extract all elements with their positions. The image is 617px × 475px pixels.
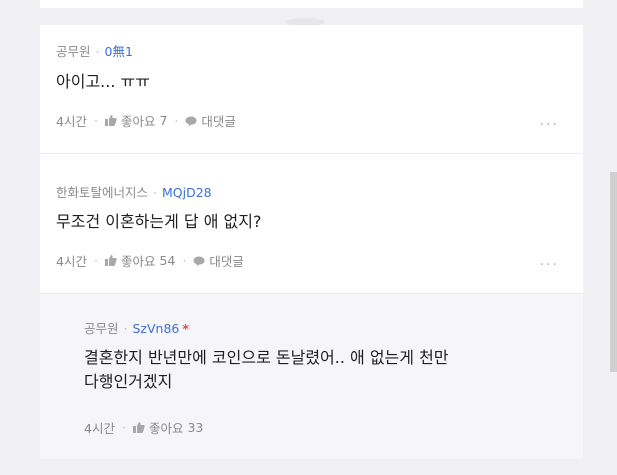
more-options-button[interactable]: ... xyxy=(540,113,559,129)
reply-meta: 공무원 · SzVn86 * xyxy=(84,318,189,337)
comment-text: 아이고... ㅠㅠ xyxy=(56,72,150,91)
reply-nickname[interactable]: SzVn86 xyxy=(133,321,180,336)
separator-dot: · xyxy=(174,113,179,128)
separator-dot: · xyxy=(182,253,187,268)
reply-time: 4시간 xyxy=(84,421,115,436)
comment-author[interactable]: 공무원 xyxy=(56,44,91,59)
thumbs-up-icon[interactable] xyxy=(104,115,117,126)
comment-meta: 공무원 · 0無1 xyxy=(56,41,133,60)
comment-author[interactable]: 한화토탈에너지스 xyxy=(56,185,148,200)
comment-text: 무조건 이혼하는게 답 애 없지? xyxy=(56,212,262,231)
separator-dot: · xyxy=(123,321,128,336)
comment-thread: 공무원 · 0無1 아이고... ㅠㅠ 4시간 · 좋아요 7 · 대댓글 ... … xyxy=(40,25,583,459)
thumbs-up-icon[interactable] xyxy=(132,422,145,433)
comment-nickname[interactable]: MQjD28 xyxy=(162,185,212,200)
comment-time: 4시간 xyxy=(56,254,87,269)
author-badge: * xyxy=(182,321,189,336)
like-count: 33 xyxy=(187,420,204,435)
previous-card-edge xyxy=(40,0,583,8)
reply-author[interactable]: 공무원 xyxy=(84,321,119,336)
like-count: 7 xyxy=(159,113,168,128)
reply-actions: 4시간 · 좋아요 33 xyxy=(84,418,203,437)
comment-item: 한화토탈에너지스 · MQjD28 무조건 이혼하는게 답 애 없지? 4시간 · … xyxy=(40,154,583,294)
reply-button[interactable]: 대댓글 xyxy=(209,251,244,270)
reply-text-line: 결혼한지 반년만에 코인으로 돈날렸어.. 애 없는게 천만 xyxy=(84,348,449,367)
comment-time: 4시간 xyxy=(56,114,87,129)
comment-nickname[interactable]: 0無1 xyxy=(105,44,133,59)
separator-dot: · xyxy=(95,44,100,59)
comment-actions: 4시간 · 좋아요 54 · 대댓글 xyxy=(56,251,244,270)
comment-bubble-icon[interactable] xyxy=(193,255,205,267)
like-label[interactable]: 좋아요 xyxy=(149,418,184,437)
comment-item: 공무원 · 0無1 아이고... ㅠㅠ 4시간 · 좋아요 7 · 대댓글 ... xyxy=(40,25,583,154)
scrollbar[interactable] xyxy=(610,172,617,372)
like-label[interactable]: 좋아요 xyxy=(121,111,156,130)
comment-meta: 한화토탈에너지스 · MQjD28 xyxy=(56,182,212,201)
comment-bubble-icon[interactable] xyxy=(185,115,197,127)
reply-item: 공무원 · SzVn86 * 결혼한지 반년만에 코인으로 돈날렸어.. 애 없는게 … xyxy=(40,294,583,459)
reply-button[interactable]: 대댓글 xyxy=(201,111,236,130)
separator-dot: · xyxy=(153,185,157,200)
separator-dot: · xyxy=(121,420,126,435)
reply-text: 결혼한지 반년만에 코인으로 돈날렸어.. 애 없는게 천만 다행인거겠지 xyxy=(84,346,449,394)
more-options-button[interactable]: ... xyxy=(540,253,559,269)
thumbs-up-icon[interactable] xyxy=(104,255,117,266)
reply-text-line: 다행인거겠지 xyxy=(84,372,173,391)
like-label[interactable]: 좋아요 xyxy=(121,251,156,270)
separator-dot: · xyxy=(93,113,98,128)
like-count: 54 xyxy=(159,253,176,268)
separator-dot: · xyxy=(93,253,98,268)
comment-actions: 4시간 · 좋아요 7 · 대댓글 xyxy=(56,111,236,130)
scrollbar-thumb[interactable] xyxy=(610,172,617,372)
